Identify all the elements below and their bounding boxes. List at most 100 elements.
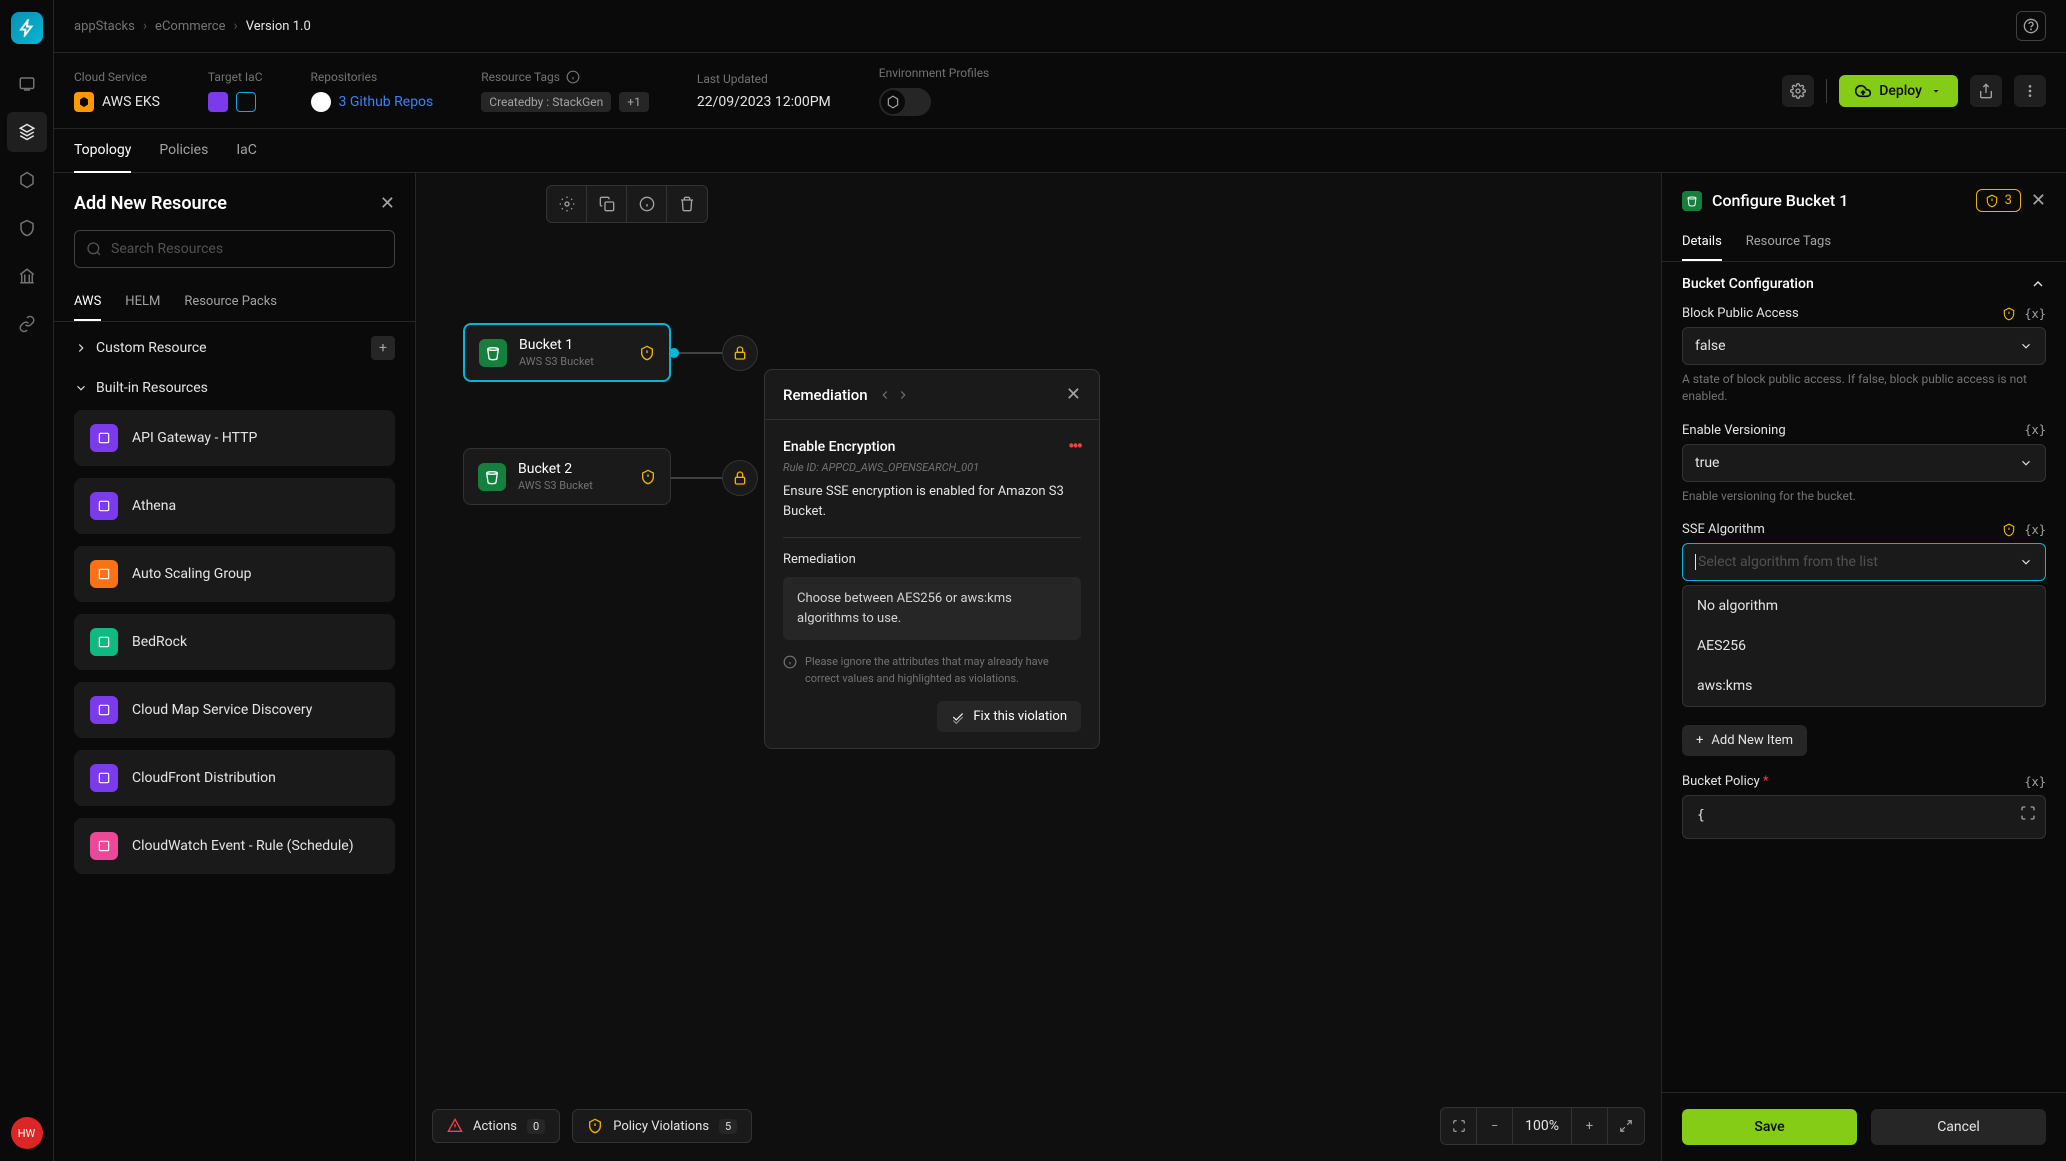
rail-item-security[interactable] [7,208,47,248]
actions-count: 0 [527,1119,545,1134]
lock-node[interactable] [722,460,758,496]
node-bucket-1[interactable]: Bucket 1 AWS S3 Bucket [463,323,671,382]
hexagon-icon [886,95,900,109]
shield-icon [587,1118,603,1134]
topology-canvas[interactable]: Bucket 1 AWS S3 Bucket Buc [416,173,1661,1161]
zoom-controls: − 100% + [1440,1107,1645,1145]
cancel-button[interactable]: Cancel [1871,1109,2046,1145]
user-avatar[interactable]: HW [11,1117,43,1149]
resource-item[interactable]: CloudFront Distribution [74,750,395,806]
builtin-header-row[interactable]: Built-in Resources [54,374,415,410]
chevron-right-icon[interactable] [896,388,910,402]
variable-icon[interactable]: {x} [2024,523,2046,537]
block-public-select[interactable]: false [1682,327,2046,365]
custom-resource-row[interactable]: Custom Resource + [54,322,415,374]
subtab-aws[interactable]: AWS [74,284,101,321]
fit-button[interactable] [1608,1108,1644,1144]
rail-item-stacks[interactable] [7,112,47,152]
rule-id: Rule ID: APPCD_AWS_OPENSEARCH_001 [783,461,1081,474]
popup-title: Remediation [783,386,868,404]
save-button[interactable]: Save [1682,1109,1857,1145]
expand-button[interactable] [2020,805,2036,821]
lock-node[interactable] [722,335,758,371]
subtab-resource-packs[interactable]: Resource Packs [184,284,277,321]
configure-title: Configure Bucket 1 [1712,191,1966,210]
tag-more[interactable]: +1 [619,92,649,112]
violations-chip[interactable]: Policy Violations 5 [572,1109,752,1143]
field-help: Enable versioning for the bucket. [1682,488,2046,505]
canvas-copy-button[interactable] [587,186,627,222]
repos-link[interactable]: 3 Github Repos [339,94,434,110]
configure-panel: Configure Bucket 1 3 ✕ Details Resource … [1661,173,2066,1161]
rp-tab-tags[interactable]: Resource Tags [1746,224,1831,261]
settings-button[interactable] [1782,75,1814,107]
breadcrumb[interactable]: eCommerce [155,19,225,34]
dropdown-option[interactable]: No algorithm [1683,586,2045,626]
breadcrumb[interactable]: Version 1.0 [246,19,311,34]
sse-algorithm-select[interactable]: Select algorithm from the list [1682,543,2046,581]
close-popup-button[interactable]: ✕ [1066,384,1081,405]
canvas-info-button[interactable] [627,186,667,222]
resource-item[interactable]: CloudWatch Event - Rule (Schedule) [74,818,395,874]
rail-item-hexagon[interactable] [7,160,47,200]
shield-warning-icon[interactable] [2002,307,2016,321]
fix-violation-button[interactable]: Fix this violation [937,701,1081,732]
resource-item[interactable]: Auto Scaling Group [74,546,395,602]
tab-iac[interactable]: IaC [236,129,257,173]
popup-description: Ensure SSE encryption is enabled for Ama… [783,482,1081,521]
tab-topology[interactable]: Topology [74,129,131,173]
resource-icon [90,832,118,860]
tag-chip[interactable]: Createdby : StackGen [481,92,611,112]
more-button[interactable] [2014,75,2046,107]
resource-item[interactable]: API Gateway - HTTP [74,410,395,466]
zoom-out-button[interactable]: − [1477,1108,1513,1144]
versioning-select[interactable]: true [1682,444,2046,482]
rail-item-governance[interactable] [7,256,47,296]
chevron-left-icon[interactable] [878,388,892,402]
tab-policies[interactable]: Policies [159,129,208,173]
add-custom-button[interactable]: + [371,336,395,360]
help-button[interactable] [2016,11,2046,41]
variable-icon[interactable]: {x} [2024,775,2046,789]
search-input[interactable] [74,230,395,268]
subtab-helm[interactable]: HELM [125,284,160,321]
fullscreen-button[interactable] [1441,1108,1477,1144]
resource-item[interactable]: Cloud Map Service Discovery [74,682,395,738]
dropdown-option[interactable]: aws:kms [1683,666,2045,706]
bucket-policy-input[interactable]: { [1682,795,2046,839]
bucket-config-section[interactable]: Bucket Configuration [1662,262,2066,306]
app-logo[interactable] [11,12,43,44]
popup-note: Please ignore the attributes that may al… [805,654,1081,687]
violations-badge[interactable]: 3 [1976,189,2021,212]
breadcrumb[interactable]: appStacks [74,19,135,34]
rp-tab-details[interactable]: Details [1682,224,1722,261]
actions-chip[interactable]: Actions 0 [432,1109,560,1143]
resource-icon [90,492,118,520]
close-panel-button[interactable]: ✕ [380,193,395,214]
field-label: Bucket Policy * [1682,774,1769,789]
resource-item[interactable]: BedRock [74,614,395,670]
field-label: Enable Versioning [1682,423,1786,438]
deploy-button[interactable]: Deploy [1839,75,1958,107]
canvas-delete-button[interactable] [667,186,707,222]
node-bucket-2[interactable]: Bucket 2 AWS S3 Bucket [463,448,671,505]
variable-icon[interactable]: {x} [2024,307,2046,321]
canvas-settings-button[interactable] [547,186,587,222]
add-new-item-button[interactable]: + Add New Item [1682,725,1807,756]
dropdown-option[interactable]: AES256 [1683,626,2045,666]
breadcrumb-bar: appStacks › eCommerce › Version 1.0 [54,0,2066,53]
shield-warning-icon[interactable] [2002,523,2016,537]
zoom-in-button[interactable]: + [1572,1108,1608,1144]
share-button[interactable] [1970,75,2002,107]
variable-icon[interactable]: {x} [2024,423,2046,437]
connection-port[interactable] [669,348,679,358]
rail-item-link[interactable] [7,304,47,344]
rail-item-dashboard[interactable] [7,64,47,104]
env-profile-toggle[interactable] [879,88,931,116]
resource-item[interactable]: Athena [74,478,395,534]
chevron-right-icon [74,341,88,355]
close-configure-button[interactable]: ✕ [2031,190,2046,211]
node-title: Bucket 1 [519,337,627,353]
caret-down-icon [1930,85,1942,97]
canvas-toolbar [546,185,708,223]
